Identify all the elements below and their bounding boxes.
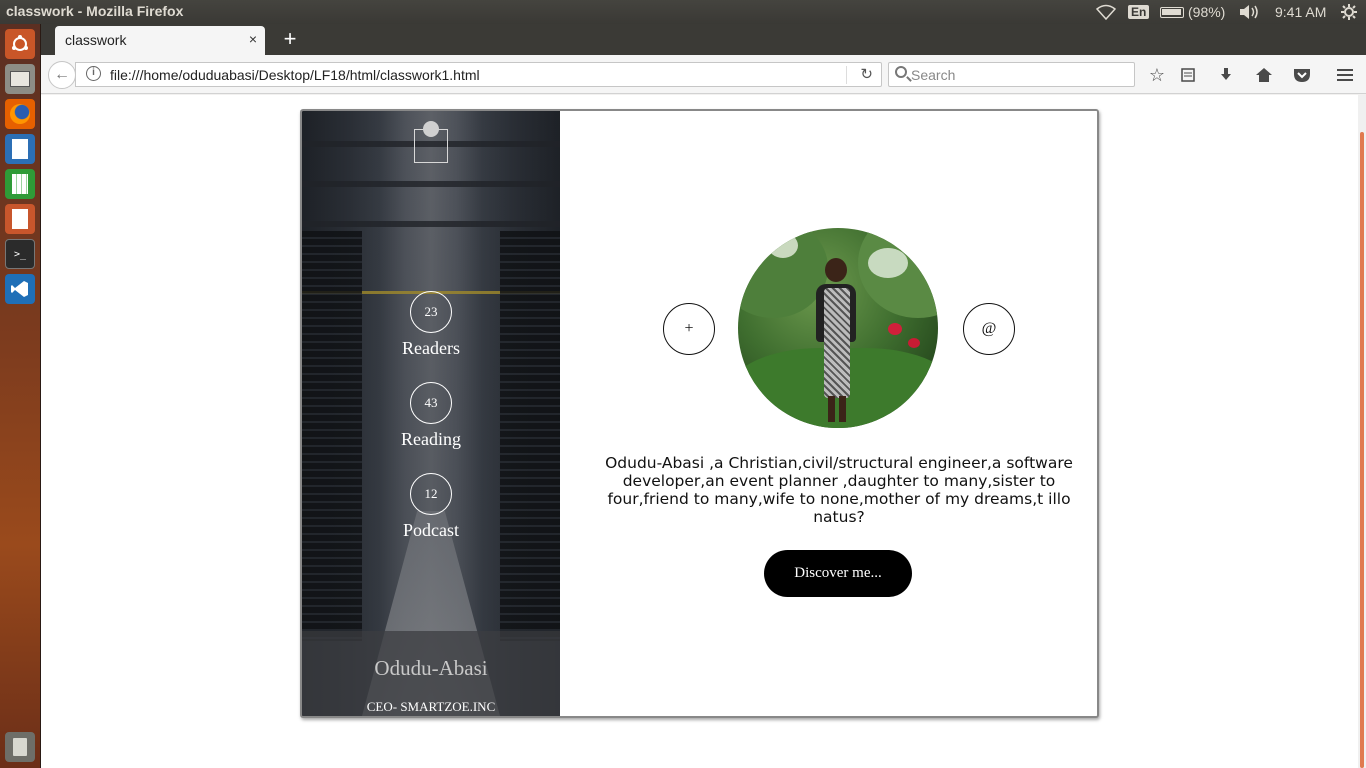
impress-icon[interactable] — [5, 204, 35, 234]
readers-count[interactable]: 23 — [410, 291, 452, 333]
white-flowers — [868, 248, 908, 278]
wifi-icon[interactable] — [1096, 0, 1116, 24]
home-icon[interactable] — [1252, 63, 1276, 87]
vscode-icon[interactable] — [5, 274, 35, 304]
firefox-icon[interactable] — [5, 99, 35, 129]
navigation-toolbar: i file:///home/oduduabasi/Desktop/LF18/h… — [41, 55, 1366, 94]
podcast-count[interactable]: 12 — [410, 473, 452, 515]
trash-icon[interactable] — [5, 732, 35, 762]
new-tab-button[interactable]: + — [277, 27, 303, 53]
person-dress — [824, 288, 850, 398]
scrollbar-thumb[interactable] — [1360, 132, 1364, 768]
profile-card: 23 Readers 43 Reading 12 Podcast Odudu-A… — [300, 109, 1099, 718]
bag-icon[interactable] — [414, 121, 448, 163]
back-arrow-icon: ← — [54, 66, 70, 83]
tab-close-icon[interactable]: × — [249, 31, 257, 47]
profile-main: + @ Odudu-Abasi ,a Christian,civil/struc… — [560, 111, 1097, 716]
site-info-icon[interactable]: i — [86, 66, 101, 81]
bag-icon-dot — [423, 121, 439, 137]
clock-label: 9:41 AM — [1275, 4, 1327, 20]
person-head — [825, 258, 847, 282]
terminal-icon[interactable]: >_ — [5, 239, 35, 269]
clock[interactable]: 9:41 AM — [1275, 0, 1326, 24]
search-input[interactable] — [911, 65, 1126, 84]
keyboard-layout-label: En — [1128, 5, 1150, 19]
pocket-icon[interactable] — [1290, 63, 1314, 87]
tab-strip: classwork × + — [41, 24, 1366, 55]
profile-name: Odudu-Abasi — [374, 656, 488, 680]
reading-label: Reading — [401, 429, 461, 449]
readers-label: Readers — [402, 338, 460, 358]
url-text: file:///home/oduduabasi/Desktop/LF18/htm… — [110, 67, 480, 83]
keyboard-layout-indicator[interactable]: En — [1128, 0, 1150, 24]
page-scrollbar[interactable] — [1358, 95, 1366, 768]
battery-percent: (98%) — [1188, 4, 1226, 20]
profile-photo — [738, 228, 938, 428]
system-top-panel: classwork - Mozilla Firefox En (98%) 9:4… — [0, 0, 1366, 24]
ubuntu-dash-icon[interactable] — [5, 29, 35, 59]
calc-icon[interactable] — [5, 169, 35, 199]
person-leg — [839, 396, 846, 422]
window-title: classwork - Mozilla Firefox — [6, 3, 184, 19]
writer-icon[interactable] — [5, 134, 35, 164]
tab-classwork[interactable]: classwork × — [55, 26, 265, 55]
files-icon[interactable] — [5, 64, 35, 94]
volume-icon[interactable] — [1238, 0, 1260, 24]
person-leg — [828, 396, 835, 422]
ceiling-beam — [302, 181, 560, 187]
search-bar[interactable] — [888, 62, 1135, 87]
add-button[interactable]: + — [663, 303, 715, 355]
red-flower — [888, 323, 902, 335]
search-icon — [895, 66, 907, 78]
email-button[interactable]: @ — [963, 303, 1015, 355]
tab-title: classwork — [65, 32, 127, 48]
profile-bio: Odudu-Abasi ,a Christian,civil/structura… — [605, 454, 1073, 526]
battery-indicator[interactable]: (98%) — [1160, 0, 1225, 24]
url-bar[interactable]: i file:///home/oduduabasi/Desktop/LF18/h… — [75, 62, 882, 87]
white-flowers — [768, 233, 798, 258]
battery-icon — [1160, 6, 1184, 18]
url-separator — [846, 66, 847, 84]
red-flower — [908, 338, 920, 348]
menu-hamburger-icon[interactable] — [1333, 63, 1357, 87]
system-gear-icon[interactable] — [1340, 0, 1358, 24]
discover-me-button[interactable]: Discover me... — [764, 550, 912, 597]
back-button[interactable]: ← — [48, 61, 76, 89]
podcast-label: Podcast — [403, 520, 459, 540]
reload-icon[interactable]: ↻ — [860, 65, 873, 83]
page-content: 23 Readers 43 Reading 12 Podcast Odudu-A… — [41, 95, 1366, 768]
bookmark-star-icon[interactable]: ☆ — [1145, 63, 1169, 87]
unity-launcher: >_ — [0, 24, 41, 768]
profile-role: CEO- SMARTZOE.INC — [366, 699, 496, 714]
downloads-icon[interactable] — [1214, 63, 1238, 87]
ceiling-beam — [302, 221, 560, 227]
reading-list-icon[interactable] — [1176, 63, 1200, 87]
profile-sidebar: 23 Readers 43 Reading 12 Podcast Odudu-A… — [302, 111, 560, 716]
reading-count[interactable]: 43 — [410, 382, 452, 424]
